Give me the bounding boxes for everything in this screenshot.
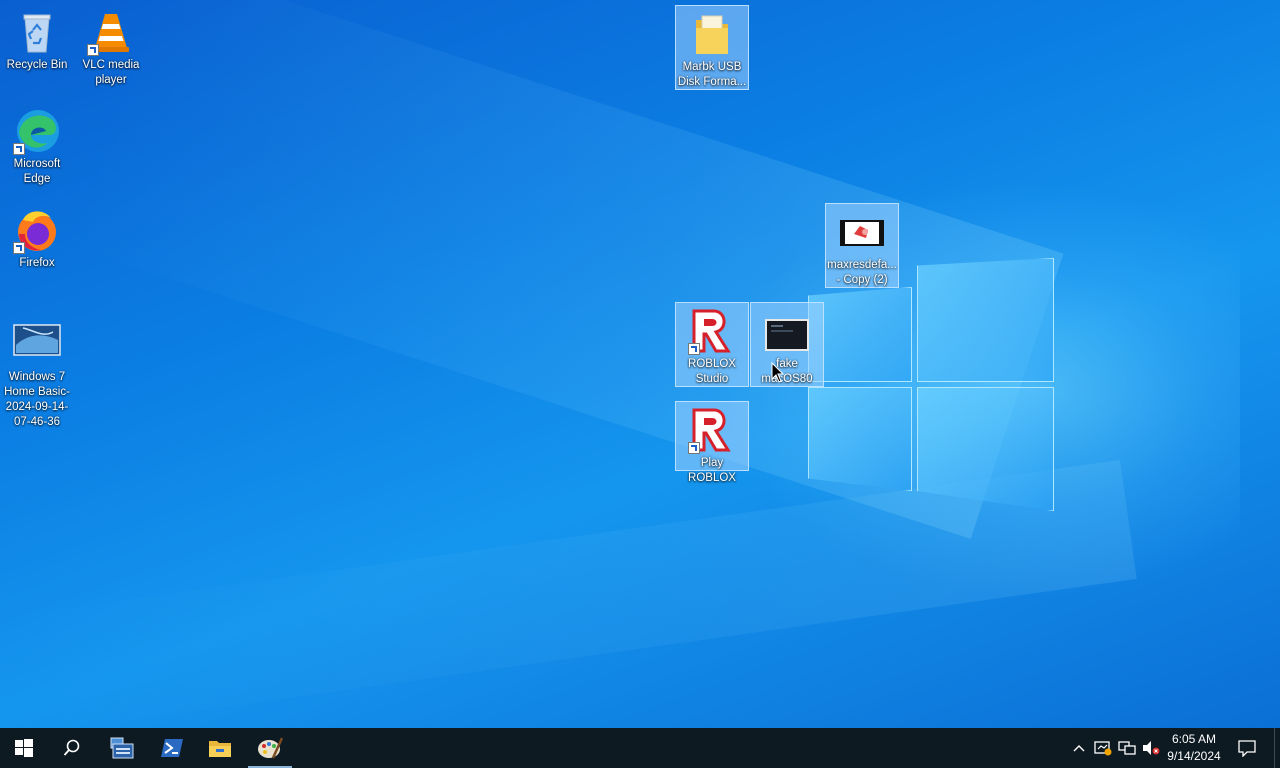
firefox-icon: [13, 206, 61, 254]
desktop-icon-vlc[interactable]: VLC media player: [74, 4, 148, 88]
network-alert-icon: [1094, 741, 1112, 756]
desktop-icon-usb-folder[interactable]: Marbk USB Disk Forma...: [675, 5, 749, 90]
desktop-icon-recycle-bin[interactable]: Recycle Bin: [0, 4, 74, 73]
taskbar: 6:05 AM 9/14/2024: [0, 728, 1280, 768]
taskbar-server-manager[interactable]: [98, 728, 146, 768]
show-hidden-icons-button[interactable]: [1069, 738, 1089, 758]
tray-action-center-alert[interactable]: [1093, 738, 1113, 758]
windows-start-icon: [15, 739, 33, 757]
shortcut-arrow-icon: [87, 44, 99, 56]
screenshot-thumbnail-icon: [13, 320, 61, 368]
network-wired-icon: [1118, 741, 1136, 755]
desktop-icon-roblox-studio[interactable]: ROBLOX Studio: [675, 302, 749, 387]
taskbar-paint[interactable]: [246, 728, 294, 768]
desktop-icon-screenshot-file[interactable]: Windows 7 Home Basic-2024-09-14-07-46-36: [0, 316, 74, 430]
roblox-icon: [688, 406, 736, 454]
dark-window-thumbnail-icon: [763, 307, 811, 355]
windows-logo-pane: [917, 387, 1054, 511]
vlc-icon: [87, 8, 135, 56]
tray-volume[interactable]: [1141, 738, 1161, 758]
clock-time: 6:05 AM: [1171, 732, 1217, 746]
image-thumbnail-icon: [838, 208, 886, 256]
start-button[interactable]: [0, 728, 48, 768]
notification-icon: [1238, 740, 1256, 757]
taskbar-file-explorer[interactable]: [196, 728, 244, 768]
taskbar-powershell[interactable]: [148, 728, 196, 768]
file-explorer-icon: [209, 741, 231, 757]
search-button[interactable]: [48, 728, 96, 768]
desktop-icon-label: Play ROBLOX: [688, 457, 736, 484]
roblox-icon: [688, 307, 736, 355]
taskbar-clock[interactable]: 6:05 AM 9/14/2024: [1160, 731, 1228, 765]
paint-icon: [258, 737, 283, 759]
light-beam: [10, 460, 1137, 728]
show-desktop-divider[interactable]: [1274, 728, 1275, 768]
recycle-bin-icon: [13, 8, 61, 56]
desktop-icon-label: Recycle Bin: [6, 59, 68, 71]
desktop-icon-fake-macos[interactable]: fake macOS80: [750, 302, 824, 387]
desktop-icon-label: VLC media player: [82, 59, 140, 86]
desktop-icon-edge[interactable]: Microsoft Edge: [0, 103, 74, 187]
windows-logo-pane: [808, 387, 912, 491]
shortcut-arrow-icon: [13, 143, 25, 155]
windows-logo-pane: [917, 258, 1054, 382]
tray-network[interactable]: [1117, 738, 1137, 758]
desktop-icon-play-roblox[interactable]: Play ROBLOX: [675, 401, 749, 484]
powershell-icon: [161, 739, 183, 757]
light-beam: [67, 0, 1064, 539]
desktop-icon-label: Firefox: [19, 257, 55, 269]
chevron-up-icon: [1073, 745, 1085, 752]
shortcut-arrow-icon: [13, 242, 25, 254]
desktop-icon-label: Microsoft Edge: [13, 158, 61, 185]
action-center-button[interactable]: [1237, 738, 1257, 758]
desktop-icon-label: fake macOS80: [761, 358, 813, 385]
search-icon: [63, 739, 80, 756]
clock-date: 9/14/2024: [1167, 749, 1221, 763]
edge-icon: [13, 107, 61, 155]
desktop[interactable]: Recycle Bin VLC media player Microsoft E…: [0, 0, 1280, 728]
shortcut-arrow-icon: [688, 343, 700, 355]
volume-muted-icon: [1143, 741, 1160, 755]
desktop-icon-label: Marbk USB Disk Forma...: [677, 61, 747, 88]
folder-icon: [688, 10, 736, 58]
desktop-icon-firefox[interactable]: Firefox: [0, 202, 74, 271]
desktop-icon-label: ROBLOX Studio: [688, 358, 736, 385]
shortcut-arrow-icon: [688, 442, 700, 454]
desktop-icon-label: maxresdefa... - Copy (2): [827, 259, 897, 286]
desktop-icon-image-file[interactable]: maxresdefa... - Copy (2): [825, 203, 899, 288]
server-manager-icon: [110, 737, 134, 759]
desktop-icon-label: Windows 7 Home Basic-2024-09-14-07-46-36: [4, 371, 70, 428]
